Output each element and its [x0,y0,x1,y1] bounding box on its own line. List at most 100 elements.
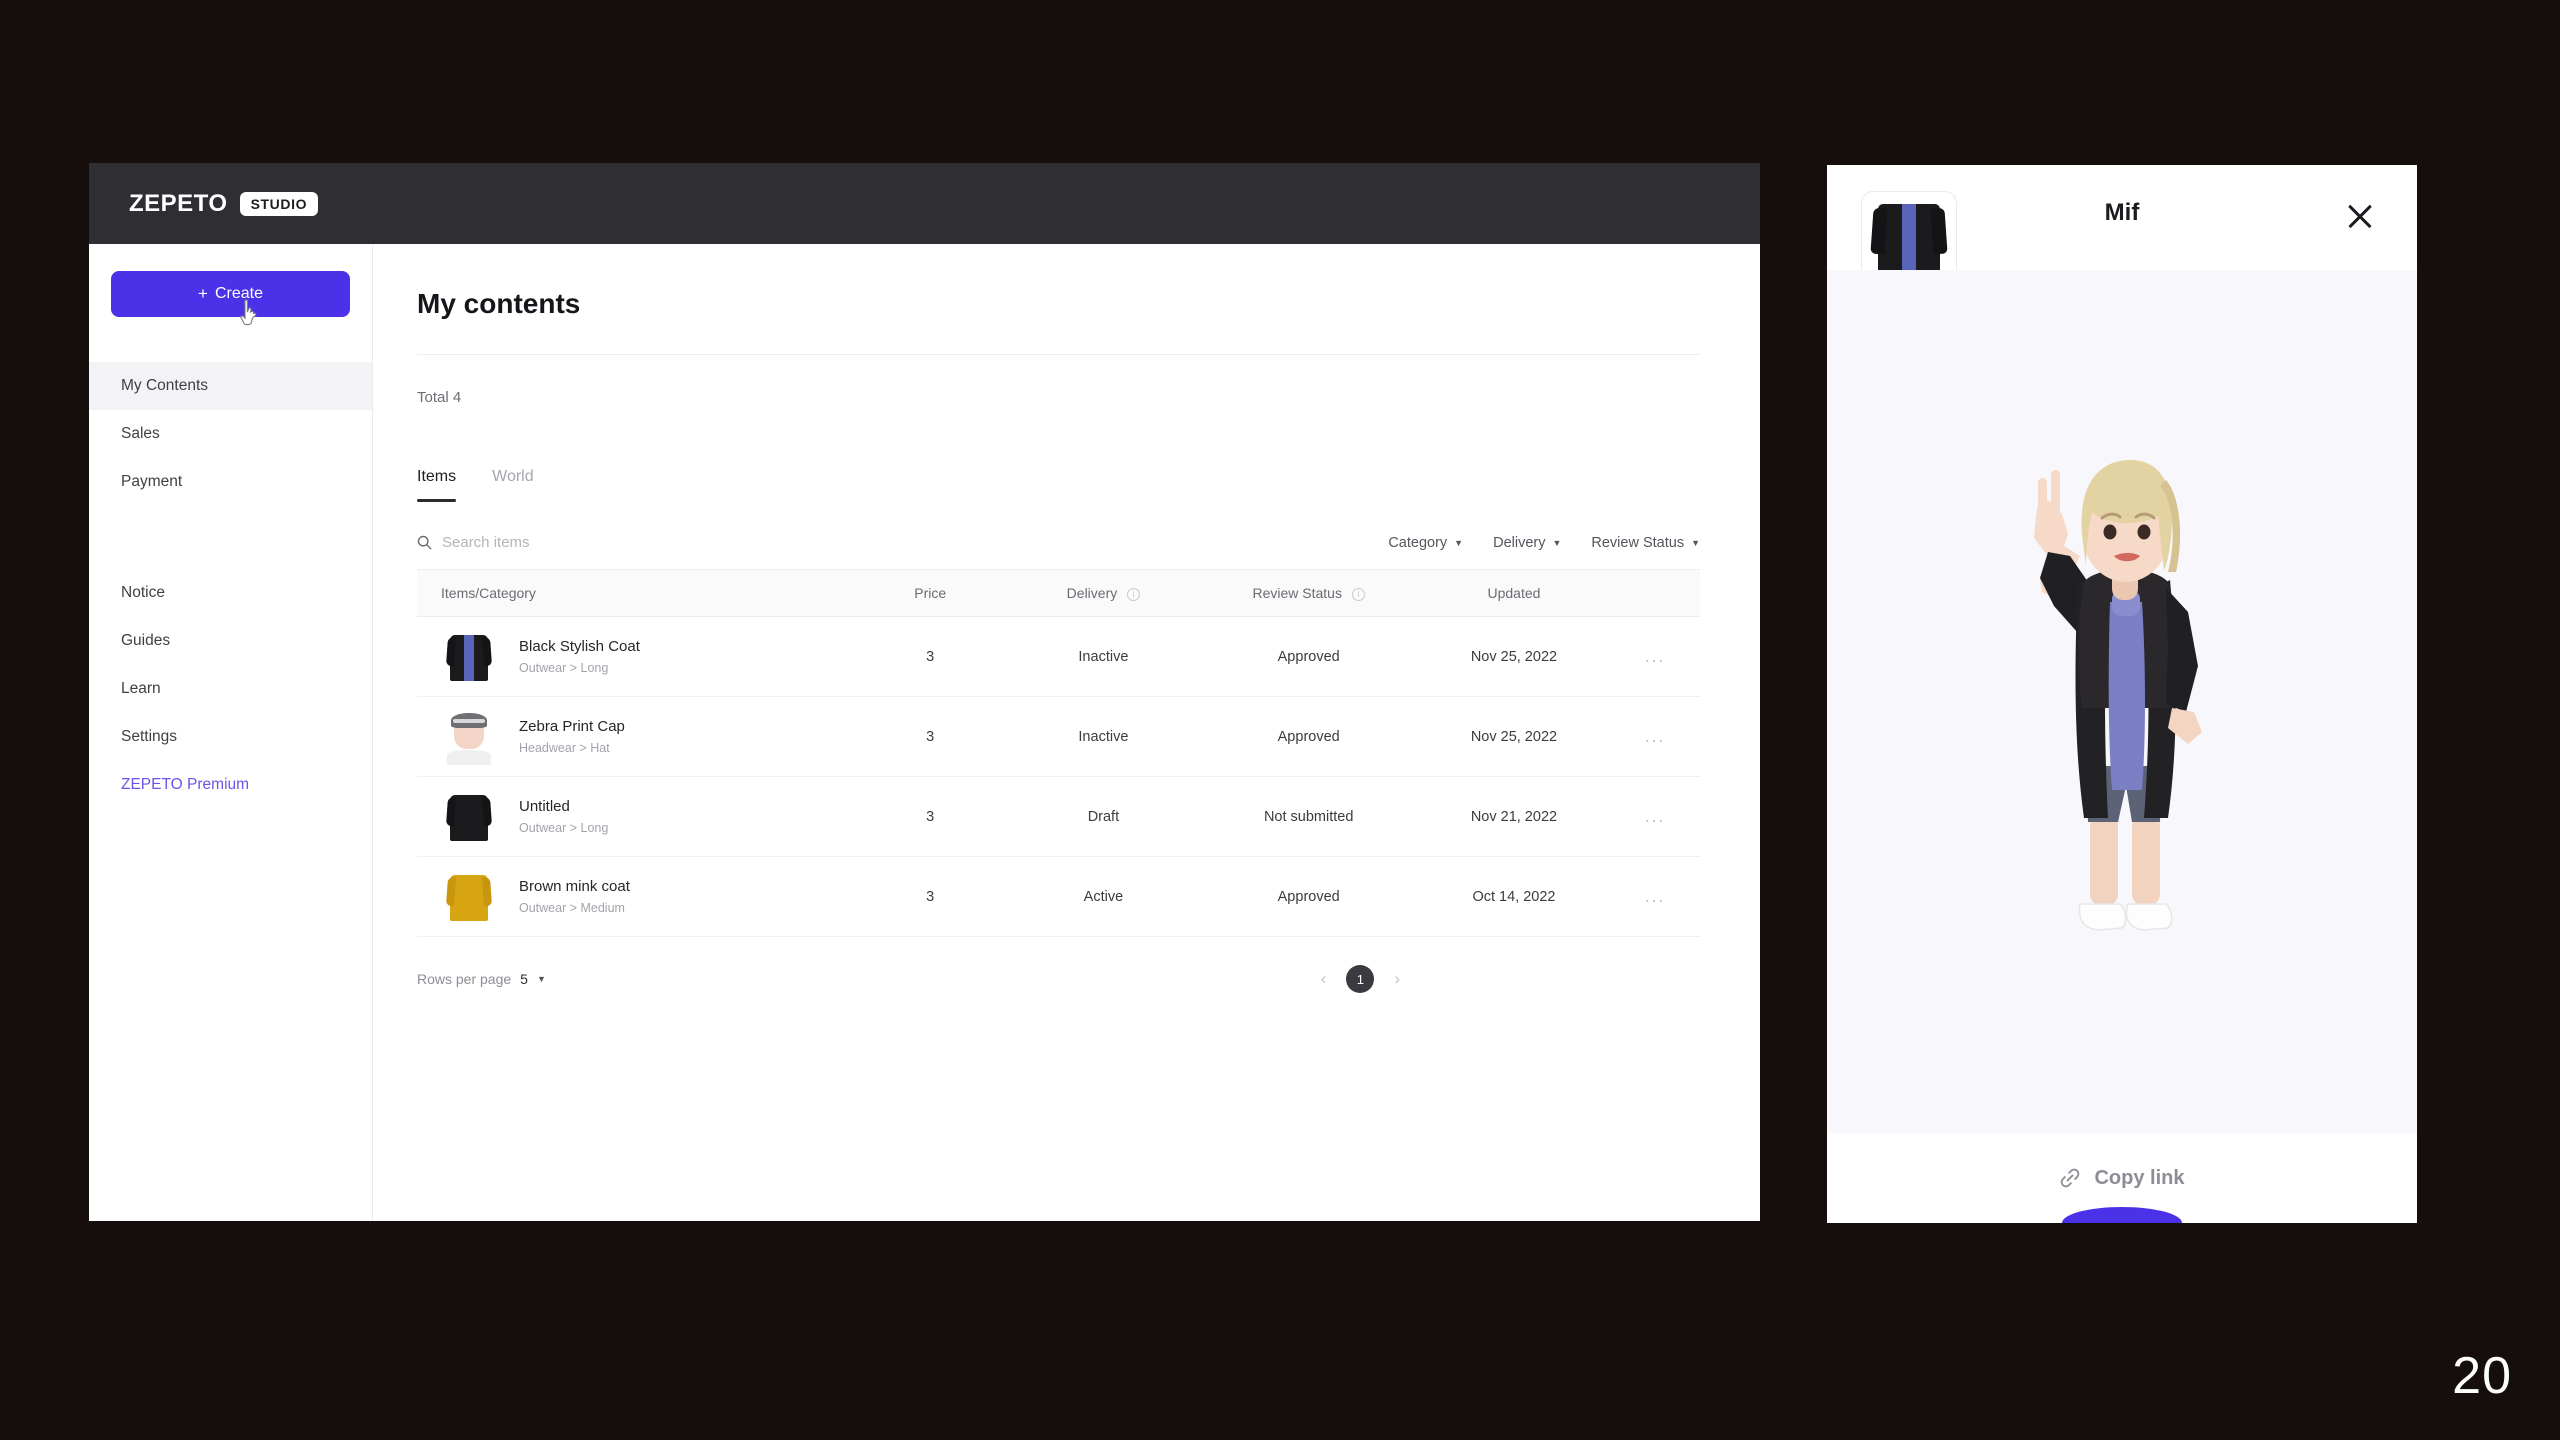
sidebar-item-my-contents[interactable]: My Contents [89,362,372,410]
cell-price: 3 [926,648,935,665]
table-row[interactable]: Zebra Print Cap Headwear > Hat 3 Inactiv… [417,697,1700,777]
cell-delivery: Inactive [1078,648,1129,665]
logo-studio-badge: STUDIO [239,191,319,216]
cell-price: 3 [926,888,935,905]
sidebar-item-label: ZEPETO Premium [121,776,250,793]
app-topbar: ZEPETO STUDIO [89,163,1760,244]
cell-actions: ... [1610,617,1700,697]
column-label: Updated [1487,585,1541,601]
cell-actions: ... [1610,857,1700,937]
zepeto-studio-logo[interactable]: ZEPETO STUDIO [129,189,319,218]
item-category: Outwear > Long [519,821,609,835]
sidebar-item-learn[interactable]: Learn [89,665,372,713]
cell-delivery: Inactive [1078,728,1129,745]
avatar-preview-stage[interactable] [1827,270,2417,1133]
row-menu-button[interactable]: ... [1645,727,1665,746]
mouse-cursor-pointer [240,299,257,326]
slide-number: 20 [2452,1347,2512,1405]
tab-label: Items [417,468,457,485]
info-icon[interactable]: i [1351,587,1365,601]
create-button[interactable]: + Create [111,271,350,326]
sidebar-item-settings[interactable]: Settings [89,713,372,761]
filter-label: Review Status [1591,534,1685,551]
column-label: Price [914,585,947,601]
filter-dropdowns: Category ▼ Delivery ▼ Review Status ▼ [1388,535,1700,551]
item-thumbnail-zebra-print-cap [441,708,497,765]
column-label: Delivery [1066,585,1118,601]
sidebar-item-label: Notice [121,584,165,601]
item-thumbnail-coat-black-plain [441,788,497,845]
chevron-down-icon: ▼ [1454,537,1464,548]
search-icon [417,535,432,550]
cell-item: Brown mink coat Outwear > Medium [417,857,853,937]
filter-label: Delivery [1493,534,1546,551]
column-actions [1610,569,1700,617]
sidebar-item-notice[interactable]: Notice [89,569,372,617]
row-menu-button[interactable]: ... [1645,647,1665,666]
item-thumbnail-coat-black-blue-stripe [441,628,497,685]
prev-page-button[interactable]: ‹ [1321,969,1327,989]
rows-per-page-value: 5 [520,971,528,987]
page-title: My contents [417,244,1700,355]
sidebar-item-label: Payment [121,473,183,490]
info-icon[interactable]: i [1127,587,1141,601]
cell-price: 3 [926,728,935,745]
tab-items[interactable]: Items [417,468,457,502]
table-body: Black Stylish Coat Outwear > Long 3 Inac… [417,617,1700,937]
search-input[interactable]: Search items [417,534,530,551]
plus-icon: + [198,284,208,303]
cell-review-status: Not submitted [1263,808,1354,825]
table-header: Items/Category Price Delivery i Review S… [417,569,1700,617]
page-controls: ‹ 1 › [1321,965,1400,993]
column-updated: Updated [1417,569,1611,617]
cell-price: 3 [926,808,935,825]
cell-updated: Nov 21, 2022 [1470,808,1558,825]
sidebar-item-zepeto-premium[interactable]: ZEPETO Premium [89,761,372,809]
presentation-slide: ZEPETO STUDIO + Create My Contents Sales… [0,0,2560,1440]
table-row[interactable]: Black Stylish Coat Outwear > Long 3 Inac… [417,617,1700,697]
item-category: Headwear > Hat [519,741,610,755]
row-menu-button[interactable]: ... [1645,887,1665,906]
cell-review-status: Approved [1277,728,1340,745]
next-page-button[interactable]: › [1394,969,1400,989]
item-name: Zebra Print Cap [519,718,625,735]
close-icon[interactable] [2343,199,2377,233]
cell-delivery: Active [1083,888,1124,905]
column-label: Review Status [1252,585,1342,601]
cell-delivery: Draft [1087,808,1120,825]
cell-item: Untitled Outwear > Long [417,777,853,857]
table-row[interactable]: Untitled Outwear > Long 3 Draft Not subm… [417,777,1700,857]
item-thumbnail-coat-gold-mink [441,868,497,925]
app-body: + Create My Contents Sales Payment Notic… [89,244,1760,1221]
page-number-1[interactable]: 1 [1346,965,1375,993]
sidebar-item-label: Learn [121,680,161,697]
logo-wordmark: ZEPETO [129,189,228,217]
preview-header: Mif [1827,165,2417,287]
chevron-down-icon: ▼ [536,974,546,984]
contents-table: Items/Category Price Delivery i Review S… [417,569,1700,937]
cell-updated: Nov 25, 2022 [1470,728,1558,745]
sidebar: + Create My Contents Sales Payment Notic… [89,244,373,1221]
filter-review-status[interactable]: Review Status ▼ [1591,535,1700,551]
table-row[interactable]: Brown mink coat Outwear > Medium 3 Activ… [417,857,1700,937]
sidebar-item-label: Guides [121,632,171,649]
filter-delivery[interactable]: Delivery ▼ [1493,535,1561,551]
sidebar-item-payment[interactable]: Payment [89,458,372,506]
sidebar-item-guides[interactable]: Guides [89,617,372,665]
filter-category[interactable]: Category ▼ [1388,535,1463,551]
content-tabs: Items World [417,468,1700,502]
row-menu-button[interactable]: ... [1645,807,1665,826]
pagination-bar: Rows per page 5 ▼ ‹ 1 › [417,937,1700,1003]
tab-label: World [492,468,534,485]
avatar-illustration [2034,460,2202,931]
copy-link-label: Copy link [2094,1166,2185,1189]
cell-item: Zebra Print Cap Headwear > Hat [417,697,853,777]
total-count: Total 4 [417,389,462,406]
item-name: Black Stylish Coat [519,638,640,655]
sidebar-item-sales[interactable]: Sales [89,410,372,458]
rows-per-page-selector[interactable]: Rows per page 5 ▼ [417,971,546,987]
sidebar-item-label: My Contents [121,377,209,394]
sidebar-item-label: Settings [121,728,178,745]
tab-world[interactable]: World [492,468,534,502]
sidebar-secondary-nav: Notice Guides Learn Settings ZEPETO Prem… [89,569,372,809]
